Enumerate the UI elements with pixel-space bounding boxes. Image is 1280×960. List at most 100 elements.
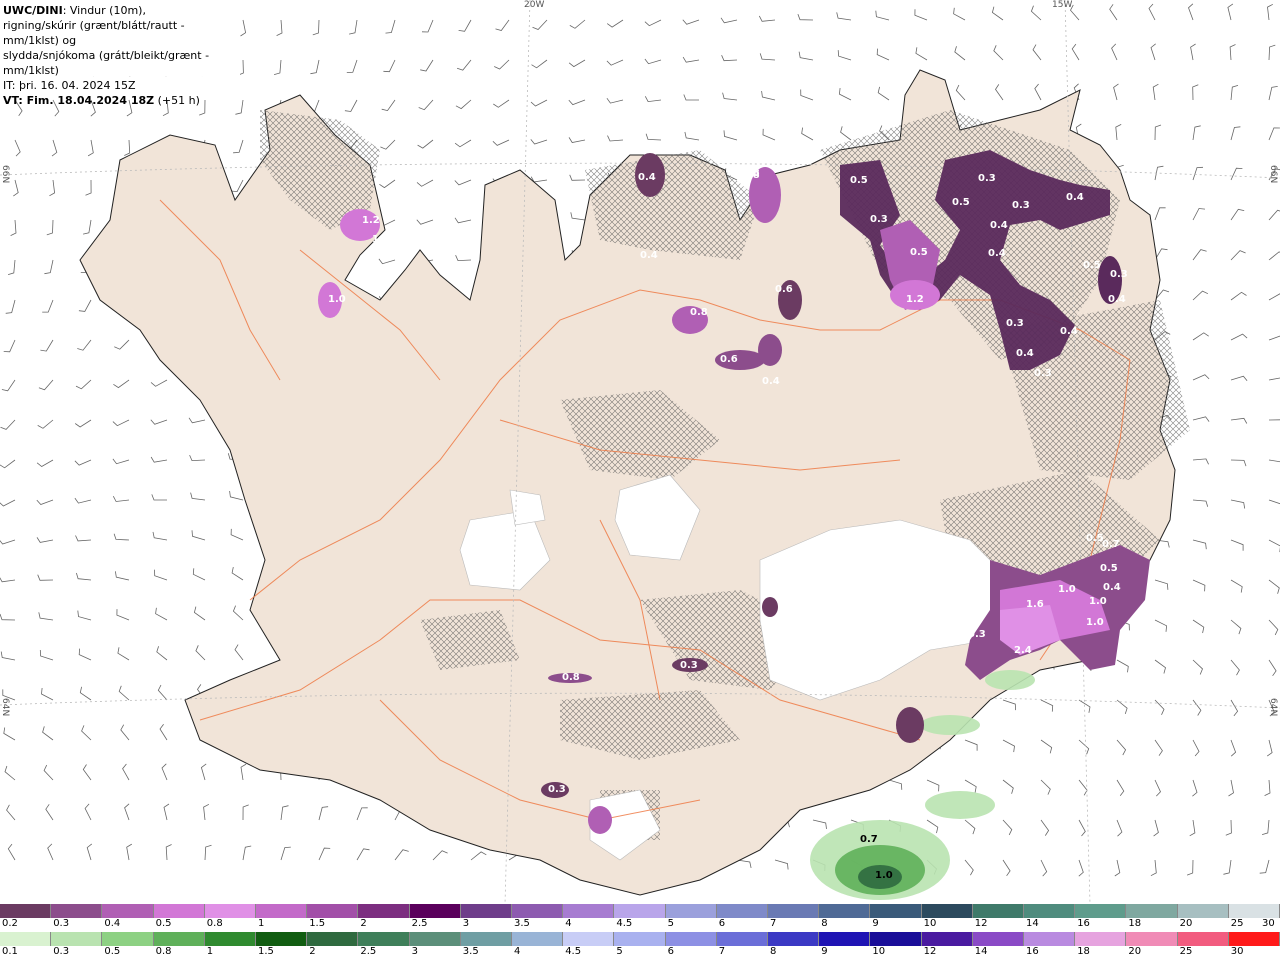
colorbar-label: 0.8 [155, 946, 172, 957]
precip-value-label: 1.6 [1026, 599, 1044, 610]
colorbar-swatch [716, 932, 769, 946]
colorbar-label: 12 [974, 918, 988, 929]
colorbar-label: 0.2 [2, 918, 18, 929]
precip-value-label: 1.0 [328, 294, 346, 305]
colorbar-swatch [870, 904, 922, 918]
title-line-2: rigning/skúrir (grænt/blátt/rautt - mm/1… [3, 19, 185, 47]
colorbar-label: 0.4 [104, 918, 121, 929]
title-model: UWC/DINI [3, 4, 63, 17]
colorbar-swatch [256, 932, 308, 946]
colorbar-swatch [512, 932, 564, 946]
colorbar-label: 6 [718, 918, 726, 929]
colorbar-label: 4 [514, 946, 521, 957]
precip-value-label: 0.5 [850, 175, 868, 186]
colorbar-swatch [102, 932, 154, 946]
colorbar-swatch [1075, 932, 1127, 946]
rain-colorbar-labels: 0.1 0.3 0.5 0.8 1 1.5 2 2.5 3 3.5 4 4.5 5 6 7 8 9 10 12 14 1… [0, 946, 1280, 960]
colorbar-label: 0.5 [155, 918, 172, 929]
colorbar-label: 4.5 [565, 946, 582, 957]
lon-label-15w: 15W [1052, 0, 1073, 10]
precip-value-label: 1.0 [1086, 617, 1104, 628]
precip-value-label: 0.8 [742, 168, 760, 179]
precip-value-label: 0.8 [562, 672, 580, 683]
precip-value-label: 1.2 [362, 215, 380, 226]
colorbar-label: 2 [360, 918, 367, 929]
colorbar-swatch [921, 932, 973, 946]
colorbar-label: 5 [616, 946, 623, 957]
valid-time-lead: (+51 h) [154, 94, 200, 107]
colorbar-label: 0.1 [2, 946, 18, 957]
colorbar-label: 16 [1026, 946, 1039, 957]
colorbar-label: 7 [770, 918, 777, 929]
colorbar-swatch [409, 932, 461, 946]
colorbar-swatch [1228, 904, 1280, 918]
colorbar-swatch [153, 932, 205, 946]
lat-label-66n-right: 66N [1268, 165, 1278, 184]
precip-value-label: 0.4 [990, 220, 1008, 231]
colorbar-swatch [1177, 932, 1229, 946]
colorbar-label: 1.5 [258, 946, 274, 957]
snow-colorbar [0, 904, 1280, 918]
title-line-1: UWC/DINI: Vindur (10m), [3, 3, 237, 18]
precip-value-label: 0.3 [978, 173, 996, 184]
colorbar-label: 14 [1026, 918, 1039, 929]
precip-value-label: 0.6 [775, 284, 793, 295]
lat-label-64n-right: 64N [1268, 698, 1278, 717]
colorbar-label: 0.8 [206, 918, 223, 929]
colorbar-label: 20 [1128, 946, 1142, 957]
colorbar-label: 9 [821, 946, 828, 957]
colorbar-swatch [665, 904, 717, 918]
colorbar-swatch [870, 932, 922, 946]
lat-label-64n-left: 64N [0, 698, 10, 717]
colorbar-swatch [409, 904, 461, 918]
colorbar-label: 8 [770, 946, 777, 957]
colorbar-swatch [460, 904, 513, 918]
colorbar-swatch [307, 904, 359, 918]
colorbar-label: 3.5 [462, 946, 479, 957]
precip-value-label: 0.6 [720, 354, 738, 365]
precip-value-label: 1.0 [1058, 584, 1076, 595]
title-line-3: slydda/snjókoma (grátt/bleikt/grænt - mm… [3, 49, 210, 77]
precip-value-label: 0.7 [860, 834, 878, 845]
precip-value-label: 0.8 [690, 307, 708, 318]
precip-value-label: 1.2 [372, 234, 390, 245]
precip-value-label: 0.4 [640, 250, 658, 261]
colorbar-label: 1.5 [309, 918, 326, 929]
colorbar-swatch [460, 932, 513, 946]
colorbar-label: 2 [309, 946, 316, 957]
colorbar-label: 1 [206, 946, 214, 957]
precip-value-label: 0.3 [1012, 200, 1030, 211]
precip-value-label: 1.0 [875, 870, 893, 881]
colorbar-label: 0.3 [53, 918, 70, 929]
lat-label-66n-left: 66N [0, 165, 10, 184]
colorbar-label: 3 [411, 946, 418, 957]
colorbar-label: 18 [1128, 918, 1142, 929]
precip-value-label: 0.5 [952, 197, 970, 208]
lon-label-20w: 20W [524, 0, 545, 10]
colorbar-swatch [768, 904, 820, 918]
colorbar-label: 4 [565, 918, 572, 929]
colorbar-label: 5 [667, 918, 674, 929]
precip-value-label: 0.4 [638, 172, 656, 183]
colorbar-label: 10 [872, 946, 886, 957]
weather-map-stage: 0.4 0.8 0.5 0.3 0.4 0.5 0.3 0.3 0.5 0.4 0.4 0.5 0.4 0… [0, 0, 1280, 960]
colorbar-label: 0.5 [104, 946, 121, 957]
colorbar-label: 1 [258, 918, 265, 929]
colorbar-swatch [358, 932, 410, 946]
title-variable: : Vindur (10m), [62, 4, 146, 17]
valid-time-date: VT: Fim. 18.04.2024 18Z [3, 94, 155, 107]
colorbar-label: 0.3 [53, 946, 70, 957]
colorbar-swatch [1075, 904, 1127, 918]
colorbar-swatch [102, 904, 154, 918]
colorbar-swatch [51, 904, 103, 918]
precip-value-label: 0.5 [1100, 563, 1118, 574]
colorbar-swatch [358, 904, 410, 918]
colorbar-label: 12 [923, 946, 937, 957]
colorbar-swatch [153, 904, 205, 918]
precip-value-label: 0.7 [1102, 539, 1120, 550]
issue-time: IT: þri. 16. 04. 2024 15Z [3, 79, 136, 92]
precip-value-label: 0.3 [680, 660, 698, 671]
colorbar-swatch [768, 932, 820, 946]
precip-value-label: 0.3 [1034, 368, 1052, 379]
precip-value-label: 0.3 [968, 629, 986, 640]
